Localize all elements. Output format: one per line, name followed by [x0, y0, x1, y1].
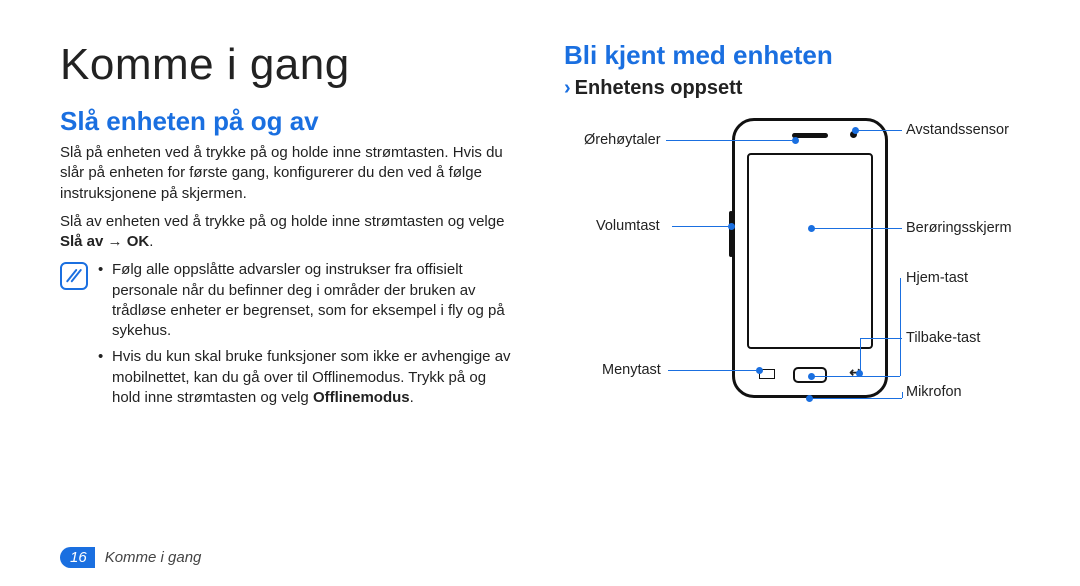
phone-outline: ↩ — [732, 118, 888, 398]
section-heading-power: Slå enheten på og av — [60, 106, 516, 137]
lead-mic-v — [902, 392, 903, 398]
paragraph-power-off: Slå av enheten ved å trykke på og holde … — [60, 212, 516, 253]
page-title: Komme i gang — [60, 40, 516, 90]
paragraph-power-off-text: Slå av enheten ved å trykke på og holde … — [60, 213, 504, 230]
label-back: Tilbake-tast — [906, 330, 980, 346]
lead-prox — [858, 130, 902, 131]
lead-back-v — [860, 338, 861, 372]
lead-menu — [668, 370, 756, 371]
chevron-icon: › — [564, 77, 571, 99]
dot-back — [856, 370, 863, 377]
dot-home — [808, 373, 815, 380]
label-volume: Volumtast — [596, 218, 660, 234]
label-home: Hjem-tast — [906, 270, 968, 286]
lead-touch — [814, 228, 902, 229]
note-offline-period: . — [410, 389, 414, 406]
note-offline-bold: Offlinemodus — [313, 389, 410, 406]
page-footer: 16 Komme i gang — [60, 547, 201, 568]
lead-home-v — [900, 278, 901, 376]
phone-volume-rocker — [729, 211, 733, 257]
dot-touch — [808, 225, 815, 232]
power-off-bold: Slå av → OK — [60, 233, 149, 250]
phone-screen — [747, 153, 873, 349]
subheading-device-layout: ›Enhetens oppsett — [564, 77, 1020, 100]
right-column: Bli kjent med enheten ›Enhetens oppsett … — [564, 40, 1020, 432]
page-number-badge: 16 — [60, 547, 95, 568]
paragraph-power-on: Slå på enheten ved å trykke på og holde … — [60, 143, 516, 204]
power-off-period: . — [149, 233, 153, 250]
note-list: Følg alle oppslåtte advarsler og instruk… — [98, 260, 516, 414]
section-heading-know-device: Bli kjent med enheten — [564, 40, 1020, 71]
page-columns: Komme i gang Slå enheten på og av Slå på… — [60, 40, 1020, 432]
label-touchscreen: Berøringsskjerm — [906, 220, 1012, 236]
left-column: Komme i gang Slå enheten på og av Slå på… — [60, 40, 516, 432]
subheading-text: Enhetens oppsett — [575, 77, 743, 99]
lead-ear — [666, 140, 792, 141]
dot-prox — [852, 127, 859, 134]
dot-mic — [806, 395, 813, 402]
label-menu: Menytast — [602, 362, 661, 378]
footer-section-name: Komme i gang — [105, 549, 202, 566]
lead-back-h1 — [860, 338, 902, 339]
lead-mic-h — [812, 398, 902, 399]
note-offline-text: Hvis du kun skal bruke funksjoner som ik… — [112, 348, 511, 406]
lead-volume — [672, 226, 728, 227]
dot-ear — [792, 137, 799, 144]
label-proximity: Avstandssensor — [906, 122, 1009, 138]
dot-menu — [756, 367, 763, 374]
dot-volume — [728, 223, 735, 230]
note-item-warnings: Følg alle oppslåtte advarsler og instruk… — [98, 260, 516, 341]
label-ear-speaker: Ørehøytaler — [584, 132, 661, 148]
note-icon — [60, 262, 88, 290]
note-box: Følg alle oppslåtte advarsler og instruk… — [60, 260, 516, 414]
device-diagram: ↩ Ørehøytaler Volumtast Menytast Avstand… — [564, 112, 1020, 432]
note-item-offline: Hvis du kun skal bruke funksjoner som ik… — [98, 347, 516, 408]
label-mic: Mikrofon — [906, 384, 962, 400]
